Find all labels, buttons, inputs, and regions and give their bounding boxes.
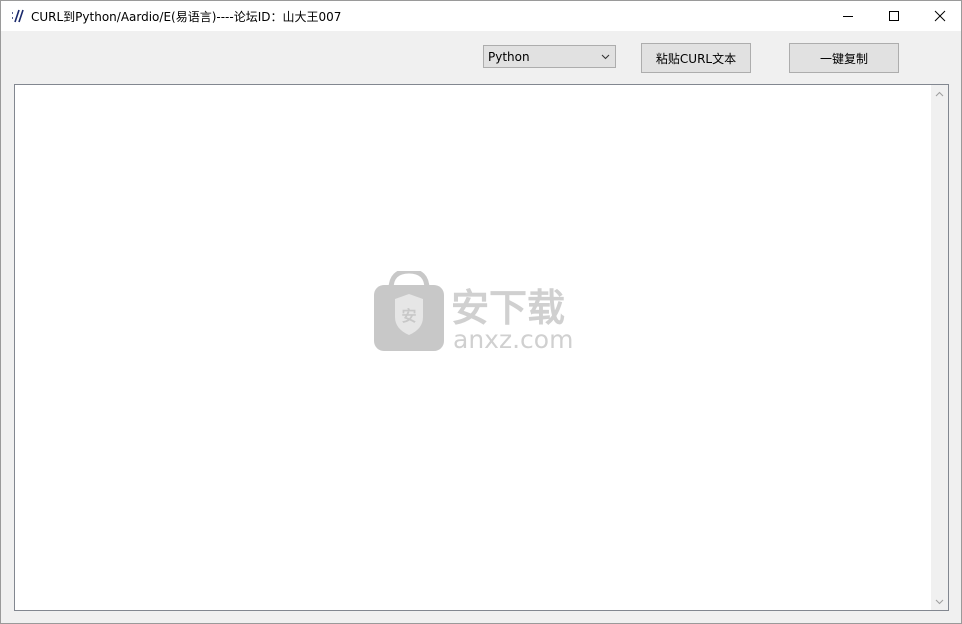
vertical-scrollbar[interactable] bbox=[931, 85, 948, 610]
scroll-up-button[interactable] bbox=[931, 85, 948, 102]
watermark-logo: 安 安下载 anxz.com bbox=[373, 268, 593, 354]
chevron-down-icon bbox=[935, 599, 944, 604]
chevron-up-icon bbox=[935, 91, 944, 96]
chevron-down-icon bbox=[601, 54, 610, 60]
minimize-icon bbox=[843, 16, 853, 17]
language-select[interactable]: Python bbox=[483, 45, 616, 68]
app-icon bbox=[9, 7, 27, 25]
scroll-down-button[interactable] bbox=[931, 593, 948, 610]
copy-all-button[interactable]: 一键复制 bbox=[789, 43, 899, 73]
language-select-value: Python bbox=[488, 50, 530, 64]
close-icon bbox=[934, 10, 946, 22]
watermark-brand-domain: anxz.com bbox=[453, 325, 573, 353]
window-title: CURL到Python/Aardio/E(易语言)----论坛ID：山大王007 bbox=[31, 10, 342, 24]
maximize-icon bbox=[889, 11, 899, 21]
minimize-button[interactable] bbox=[825, 1, 871, 31]
app-window: CURL到Python/Aardio/E(易语言)----论坛ID：山大王007… bbox=[0, 0, 962, 624]
title-bar[interactable]: CURL到Python/Aardio/E(易语言)----论坛ID：山大王007 bbox=[1, 1, 961, 31]
watermark-brand-name: 安下载 bbox=[451, 286, 565, 330]
watermark-shield-glyph: 安 bbox=[401, 307, 416, 325]
maximize-button[interactable] bbox=[871, 1, 917, 31]
close-button[interactable] bbox=[917, 1, 962, 31]
paste-curl-button[interactable]: 粘贴CURL文本 bbox=[641, 43, 751, 73]
